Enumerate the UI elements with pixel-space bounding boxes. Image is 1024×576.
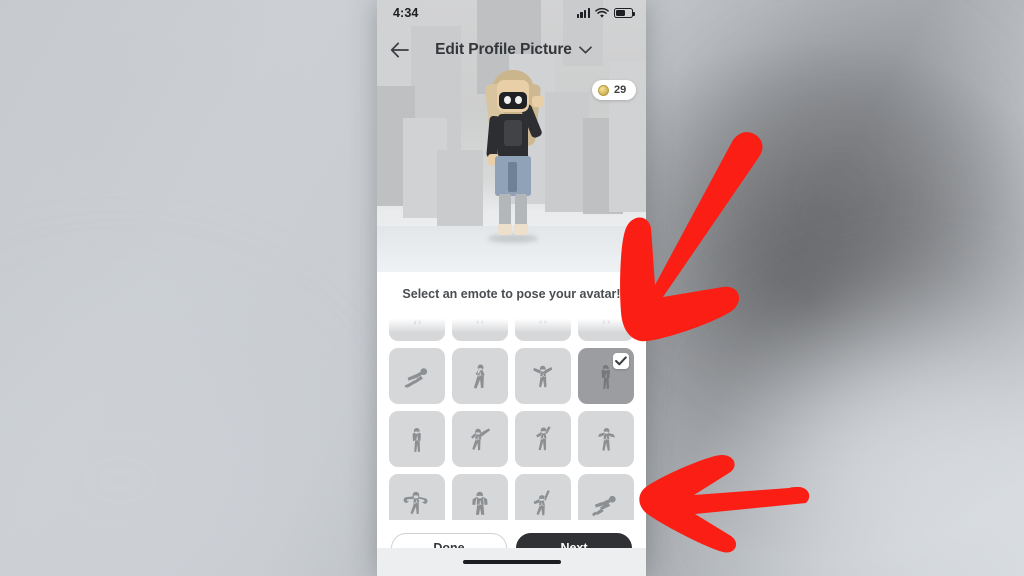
background-blur-shape (0, 330, 300, 576)
expand-viewport-button[interactable] (620, 248, 638, 266)
robux-coin-icon (598, 84, 609, 96)
status-clock: 4:34 (393, 6, 419, 20)
emote-falling[interactable] (389, 348, 445, 404)
home-indicator-area (377, 548, 646, 576)
emote-spin[interactable] (389, 474, 445, 520)
expand-fullscreen-icon (623, 251, 635, 263)
back-arrow-icon (390, 42, 409, 58)
emote-stride[interactable] (452, 348, 508, 404)
roblox-avatar (464, 70, 560, 246)
wifi-icon (595, 7, 609, 18)
back-button[interactable] (377, 42, 421, 58)
robux-count: 29 (614, 84, 627, 96)
page-title: Edit Profile Picture (435, 41, 572, 58)
nav-title-dropdown[interactable]: Edit Profile Picture (421, 41, 606, 59)
background-blur-shape (760, 330, 1024, 576)
emote-row0-4[interactable] (578, 311, 634, 341)
emote-selected-checkbox (613, 353, 629, 369)
cellular-bars-icon (576, 8, 590, 18)
nav-bar: Edit Profile Picture (377, 33, 646, 67)
emote-row0-1[interactable] (389, 311, 445, 341)
status-icons (576, 7, 635, 19)
emote-row0-3[interactable] (515, 311, 571, 341)
phone-screen: 4:34 Edit Profile Picture 29 Select an e… (377, 0, 646, 576)
emote-row0-2[interactable] (452, 311, 508, 341)
emote-crouch[interactable] (578, 474, 634, 520)
picker-title: Select an emote to pose your avatar! (402, 287, 621, 301)
emote-flex[interactable] (578, 411, 634, 467)
emote-jump-point[interactable] (452, 411, 508, 467)
background-blur-shape (690, 40, 990, 340)
emote-cheer[interactable] (515, 348, 571, 404)
emote-stand[interactable] (578, 348, 634, 404)
battery-icon (614, 8, 635, 18)
status-bar: 4:34 (377, 0, 646, 26)
checkmark-icon (615, 356, 627, 366)
chevron-down-icon (578, 46, 592, 54)
robux-balance-badge[interactable]: 29 (592, 80, 636, 100)
emote-reach-up[interactable] (515, 474, 571, 520)
screenshot-stage: 4:34 Edit Profile Picture 29 Select an e… (0, 0, 1024, 576)
emote-scroll-area[interactable] (377, 311, 646, 520)
emote-picker-panel: Select an emote to pose your avatar! Don… (377, 272, 646, 576)
home-indicator-bar[interactable] (462, 560, 561, 564)
emote-grid (389, 311, 634, 520)
emote-idle[interactable] (389, 411, 445, 467)
avatar-3d-viewport[interactable]: 4:34 Edit Profile Picture 29 (377, 0, 646, 272)
emote-strong[interactable] (452, 474, 508, 520)
emote-raise-arm[interactable] (515, 411, 571, 467)
